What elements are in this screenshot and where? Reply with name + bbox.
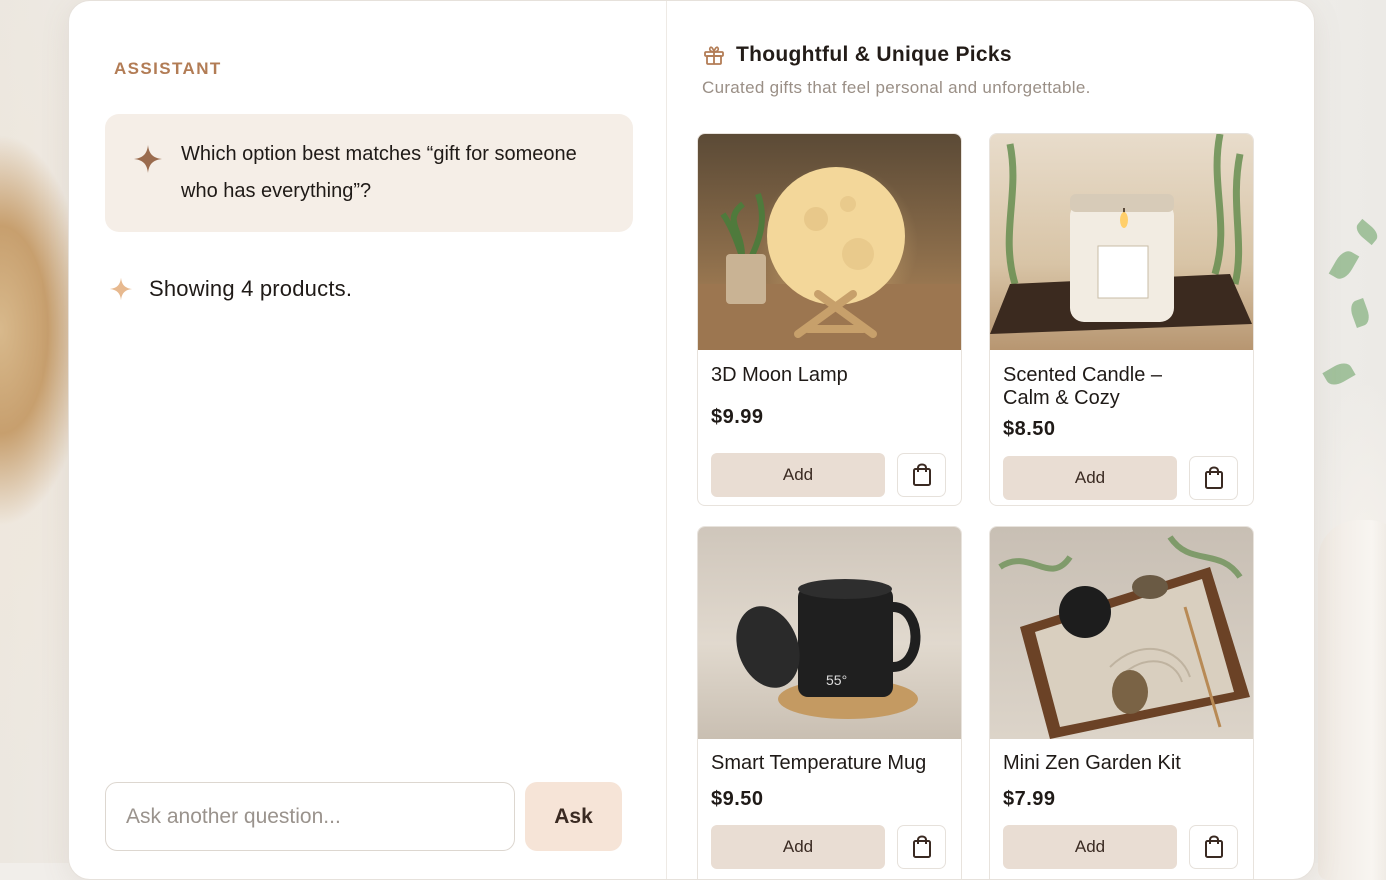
product-name: Scented Candle – Calm & Cozy — [1003, 364, 1203, 410]
product-card: 55° Smart Temperature Mug $9.50 Add — [697, 526, 962, 880]
view-product-button[interactable] — [1189, 825, 1238, 869]
add-to-cart-button[interactable]: Add — [1003, 825, 1177, 869]
assistant-question: Which option best matches “gift for some… — [181, 136, 611, 210]
gift-icon — [702, 43, 726, 67]
product-image-smart-mug: 55° — [698, 527, 961, 739]
svg-text:55°: 55° — [826, 672, 847, 688]
sparkle-icon — [109, 277, 133, 301]
shopping-bag-icon — [911, 463, 933, 487]
shopping-bag-icon — [1203, 835, 1225, 859]
product-card: Mini Zen Garden Kit $7.99 Add — [989, 526, 1254, 880]
product-card: Scented Candle – Calm & Cozy $8.50 Add — [989, 133, 1254, 506]
view-product-button[interactable] — [897, 825, 946, 869]
product-price: $9.50 — [711, 788, 764, 811]
results-status: Showing 4 products. — [109, 276, 352, 302]
product-image-scented-candle — [990, 134, 1253, 350]
product-price: $9.99 — [711, 406, 764, 429]
background-vase — [1318, 520, 1386, 880]
catalog-subtitle: Curated gifts that feel personal and unf… — [702, 78, 1091, 98]
assistant-column: ASSISTANT Which option best matches “gif… — [69, 1, 667, 879]
assistant-role-label: ASSISTANT — [114, 59, 222, 79]
add-to-cart-button[interactable]: Add — [1003, 456, 1177, 500]
assistant-message-bubble: Which option best matches “gift for some… — [105, 114, 633, 232]
product-image-moon-lamp — [698, 134, 961, 350]
chat-panel: ASSISTANT Which option best matches “gif… — [68, 0, 1315, 880]
product-price: $7.99 — [1003, 788, 1056, 811]
view-product-button[interactable] — [897, 453, 946, 497]
product-column: Thoughtful & Unique Picks Curated gifts … — [668, 1, 1315, 879]
product-name: Smart Temperature Mug — [711, 752, 951, 775]
sparkle-icon — [133, 144, 163, 174]
product-image-zen-garden — [990, 527, 1253, 739]
catalog-header: Thoughtful & Unique Picks — [702, 43, 1012, 67]
shopping-bag-icon — [1203, 466, 1225, 490]
product-name: Mini Zen Garden Kit — [1003, 752, 1243, 775]
add-to-cart-button[interactable]: Add — [711, 453, 885, 497]
shopping-bag-icon — [911, 835, 933, 859]
product-price: $8.50 — [1003, 418, 1056, 441]
product-card: 3D Moon Lamp $9.99 Add — [697, 133, 962, 506]
view-product-button[interactable] — [1189, 456, 1238, 500]
product-name: 3D Moon Lamp — [711, 364, 911, 387]
question-input[interactable] — [105, 782, 515, 851]
results-status-text: Showing 4 products. — [149, 276, 352, 302]
catalog-title: Thoughtful & Unique Picks — [736, 43, 1012, 67]
add-to-cart-button[interactable]: Add — [711, 825, 885, 869]
ask-button[interactable]: Ask — [525, 782, 622, 851]
